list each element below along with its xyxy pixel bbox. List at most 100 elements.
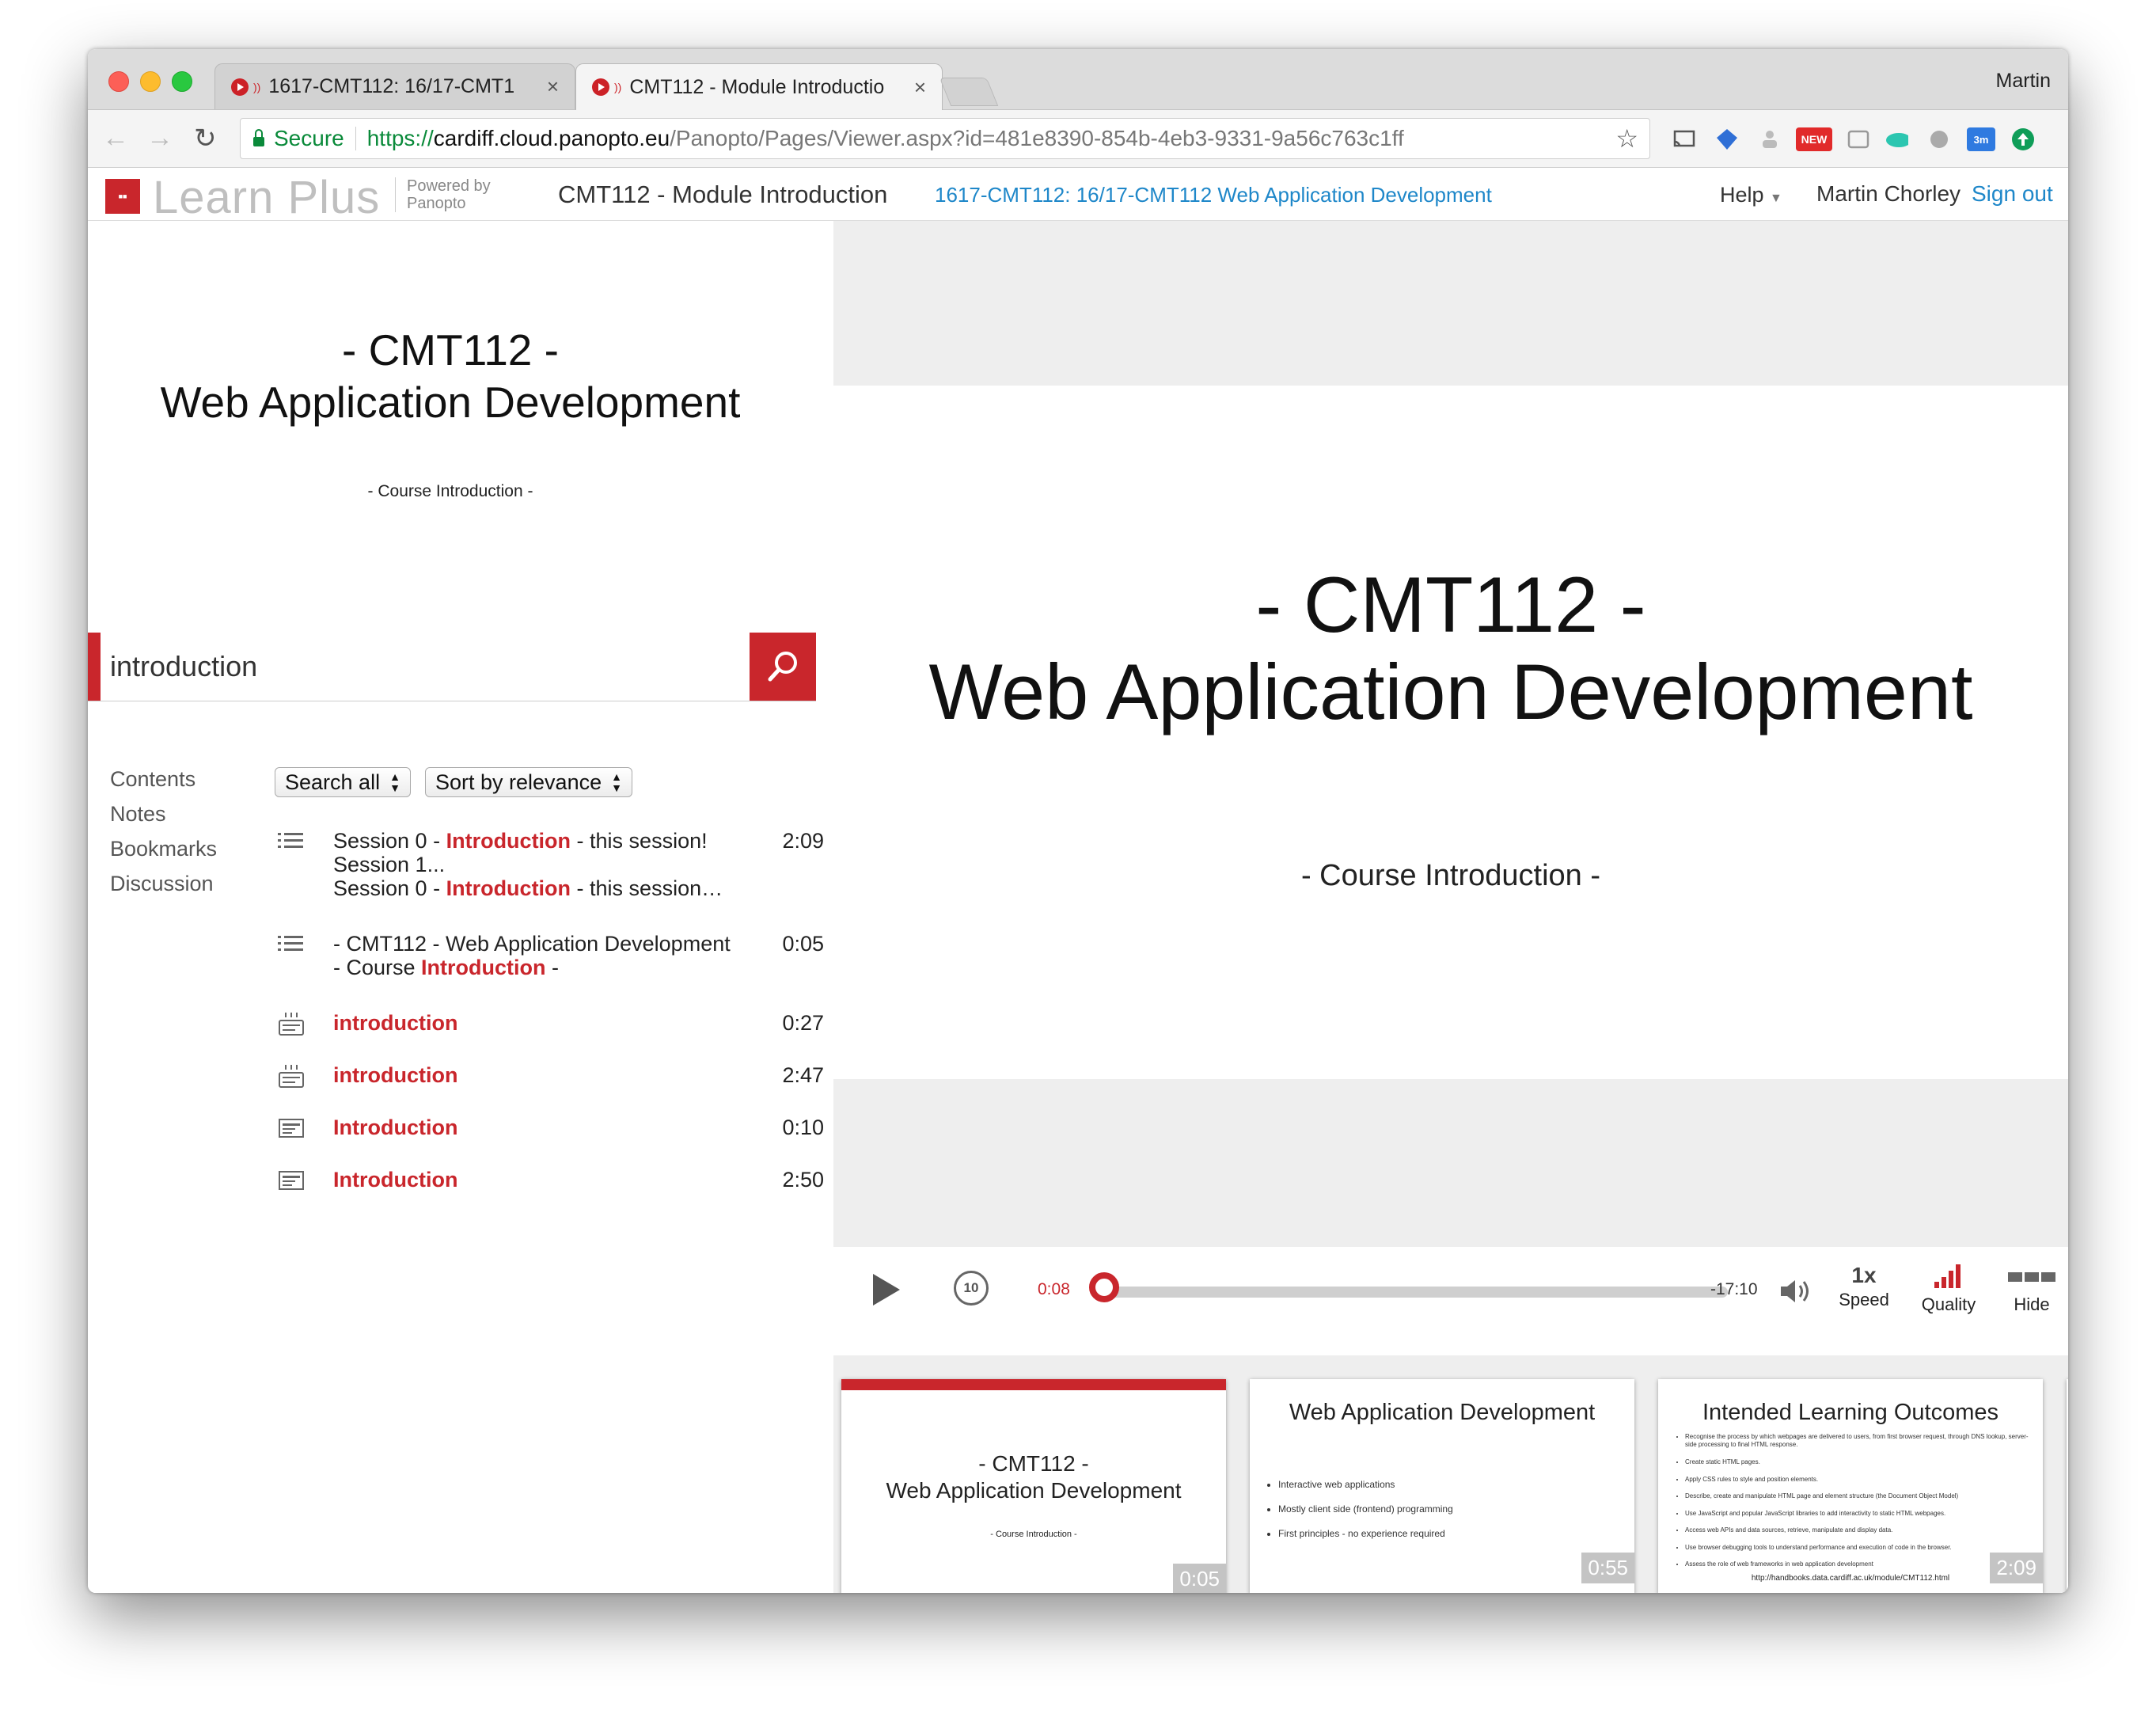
thumb-title: Web Application Development (1289, 1400, 1596, 1425)
powered-by-panopto: Powered by Panopto (395, 177, 491, 212)
close-tab-icon[interactable]: × (547, 74, 559, 99)
help-label: Help (1720, 183, 1764, 207)
left-panel: - CMT112 - Web Application Development -… (88, 221, 832, 1593)
play-icon[interactable] (873, 1274, 900, 1306)
sort-select[interactable]: Sort by relevance ▲ ▼ (425, 767, 632, 797)
result-text: introduction (333, 1063, 745, 1087)
slide-title-line1: - CMT112 - (1255, 561, 1646, 648)
search-result-item[interactable]: introduction 2:47 (278, 1063, 824, 1088)
thumb-subtitle: - Course Introduction - (990, 1530, 1077, 1539)
zoom-window-button[interactable] (172, 71, 192, 92)
new-tab-button[interactable] (939, 78, 999, 106)
thumb-bullet: Use JavaScript and popular JavaScript li… (1685, 1505, 2033, 1522)
close-tab-icon[interactable]: × (914, 75, 926, 100)
close-window-button[interactable] (108, 71, 129, 92)
bookmark-star-icon[interactable]: ☆ (1615, 124, 1638, 154)
search-result-item[interactable]: Introduction 0:10 (278, 1116, 824, 1139)
update-arrow-icon[interactable] (2011, 127, 2035, 151)
tab-bar: )) 1617-CMT112: 16/17-CMT1 × )) CMT112 -… (88, 49, 2068, 110)
powered-by-brand: Panopto (407, 195, 466, 212)
result-timestamp: 2:50 (782, 1168, 824, 1192)
divider (355, 127, 356, 150)
thumb-footer: http://handbooks.data.cardiff.ac.uk/modu… (1751, 1574, 1950, 1583)
back-arrow-icon[interactable]: ← (102, 123, 129, 154)
secondary-slide-subtitle: - Course Introduction - (367, 482, 533, 500)
rewind-label: 10 (963, 1280, 979, 1295)
result-text-fragment: - Course (333, 956, 422, 979)
thumb-bullet: Access web APIs and data sources, retrie… (1685, 1522, 2033, 1539)
quality-control[interactable]: Quality (1913, 1263, 1984, 1315)
hide-control[interactable]: Hide (2002, 1263, 2062, 1315)
thumb-title-line2: Web Application Development (886, 1478, 1182, 1503)
search-result-item[interactable]: Introduction 2:50 (278, 1168, 824, 1192)
search-term-highlight: Introduction (446, 829, 571, 853)
slide-title-line2: Web Application Development (160, 378, 741, 427)
result-text: Introduction (333, 1116, 745, 1139)
result-text: Session 0 - Introduction - this session!… (333, 829, 745, 900)
result-timestamp: 0:05 (782, 932, 824, 956)
result-line: Session 0 - Introduction - this session… (333, 876, 745, 900)
result-text: - CMT112 - Web Application Development - … (333, 932, 745, 979)
thumbnail-slide-3[interactable]: Intended Learning Outcomes Recognise the… (1658, 1379, 2043, 1593)
extension-people-icon[interactable] (1758, 127, 1782, 151)
search-scope-select[interactable]: Search all ▲ ▼ (275, 767, 411, 797)
nav-contents[interactable]: Contents (110, 767, 217, 802)
extension-box-icon[interactable] (1847, 127, 1870, 151)
tab-course-folder[interactable]: )) 1617-CMT112: 16/17-CMT1 × (214, 63, 575, 109)
speed-control[interactable]: 1x Speed (1832, 1263, 1896, 1310)
search-result-item[interactable]: Session 0 - Introduction - this session!… (278, 829, 824, 900)
nav-discussion[interactable]: Discussion (110, 872, 217, 907)
remaining-time: -17:10 (1710, 1280, 1758, 1298)
rewind-10-button[interactable]: 10 (954, 1271, 989, 1306)
extension-cloud-icon[interactable] (1885, 127, 1908, 151)
seek-handle[interactable] (1089, 1272, 1120, 1302)
forward-arrow-icon[interactable]: → (146, 123, 173, 154)
result-text: introduction (333, 1011, 745, 1035)
result-line: introduction (333, 1063, 745, 1087)
result-line: introduction (333, 1011, 745, 1035)
help-menu[interactable]: Help ▼ (1720, 183, 1782, 207)
search-term-highlight: Introduction (333, 1116, 458, 1139)
profile-name[interactable]: Martin (1996, 70, 2051, 93)
select-arrows-icon: ▲ ▼ (611, 770, 622, 794)
tab-module-introduction[interactable]: )) CMT112 - Module Introductio × (575, 63, 943, 110)
url-host: cardiff.cloud.panopto.eu (433, 126, 670, 150)
reload-icon[interactable]: ↻ (194, 123, 217, 154)
tab-title: CMT112 - Module Introductio (629, 75, 885, 98)
result-text-fragment: - CMT112 - Web Application Development (333, 932, 731, 956)
result-text-fragment: - this session! (571, 829, 708, 853)
cast-icon[interactable] (1672, 127, 1696, 151)
search-result-item[interactable]: - CMT112 - Web Application Development - … (278, 932, 824, 979)
chevron-down-icon: ▼ (1770, 192, 1782, 205)
thumb-bullet: Use browser debugging tools to understan… (1685, 1539, 2033, 1556)
search-button[interactable] (750, 633, 816, 701)
search-result-item[interactable]: introduction 0:27 (278, 1011, 824, 1036)
thumb-bullet: Apply CSS rules to style and position el… (1685, 1471, 2033, 1488)
extension-diamond-icon[interactable] (1715, 127, 1739, 151)
nav-notes[interactable]: Notes (110, 802, 217, 837)
seek-bar[interactable] (1099, 1287, 1728, 1298)
address-bar[interactable]: Secure https:// cardiff.cloud.panopto.eu… (240, 118, 1650, 159)
minimize-window-button[interactable] (140, 71, 161, 92)
folder-link[interactable]: 1617-CMT112: 16/17-CMT112 Web Applicatio… (935, 183, 1492, 207)
learn-plus-logo[interactable]: Learn Plus (153, 171, 380, 224)
result-line: Session 1... (333, 853, 745, 876)
result-line: Session 0 - Introduction - this session! (333, 829, 745, 853)
nav-bookmarks[interactable]: Bookmarks (110, 837, 217, 872)
result-timestamp: 0:27 (782, 1011, 824, 1035)
extension-new-badge[interactable]: NEW (1796, 127, 1832, 151)
hide-thumbnails-icon (2008, 1272, 2055, 1282)
volume-icon[interactable] (1779, 1277, 1814, 1306)
search-box (88, 633, 816, 701)
thumbnail-slide-1[interactable]: - CMT112 - Web Application Development -… (841, 1379, 1226, 1593)
search-input[interactable] (108, 640, 729, 693)
sign-out-link[interactable]: Sign out (1972, 181, 2053, 207)
secondary-slide-title: - CMT112 - Web Application Development (88, 324, 813, 428)
thumbnail-slide-4-partial[interactable] (2067, 1379, 2068, 1593)
thumbnail-slide-2[interactable]: Web Application Development Interactive … (1250, 1379, 1634, 1593)
extension-timer-badge[interactable]: 3m (1967, 127, 1995, 151)
search-scope-value: Search all (285, 770, 381, 794)
extension-grey-icon[interactable] (1927, 127, 1951, 151)
search-results: Session 0 - Introduction - this session!… (278, 829, 824, 1220)
result-text-fragment: - (545, 956, 560, 979)
